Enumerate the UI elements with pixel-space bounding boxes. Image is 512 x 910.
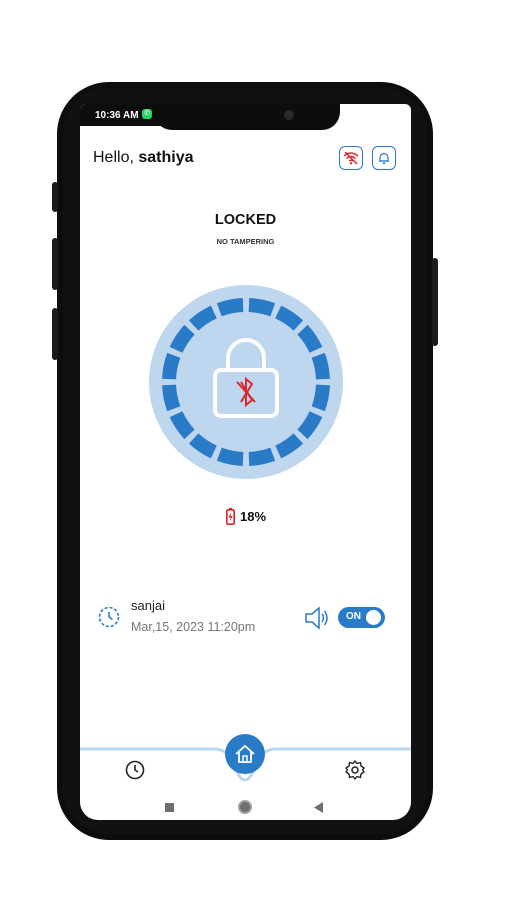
side-button-volume-down [52,308,58,360]
battery-percent: 18% [240,509,267,524]
activity-timestamp: Mar,15, 2023 11:20pm [131,620,256,634]
history-clock-icon [98,606,120,628]
gear-icon[interactable] [344,759,366,781]
side-button-volume-up [52,238,58,290]
lock-dial [149,285,343,479]
lock-toggle[interactable] [148,284,344,480]
system-home-button[interactable] [238,800,252,814]
recents-button[interactable] [165,803,174,812]
greeting: Hello, sathiya [93,149,194,167]
front-camera [284,110,294,120]
toggle-label: ON [346,611,361,622]
home-icon [235,744,255,763]
back-button[interactable] [314,802,324,813]
whatsapp-icon: ✆ [142,109,152,119]
home-button[interactable] [225,734,265,774]
tamper-status: NO TAMPERING [216,237,275,246]
notch [154,104,340,130]
side-button-power [432,258,438,346]
battery-status: 18% [226,508,266,525]
activity-user: sanjai [131,598,165,613]
sound-toggle[interactable]: ON [338,607,385,628]
battery-low-icon [226,508,235,525]
last-activity-item: sanjai Mar,15, 2023 11:20pm ON [98,598,398,644]
app-screen: 10:36 AM ✆ Hello, sathiya LOCKED NO TAMP… [80,104,411,820]
notifications-button[interactable] [372,146,396,170]
bell-icon [379,152,389,165]
username: sathiya [138,149,194,166]
system-nav-bar [80,794,411,820]
speaker-icon[interactable] [304,605,330,631]
wifi-off-icon [343,151,359,165]
toggle-knob [366,610,381,625]
lock-state-title: LOCKED [214,212,277,228]
greeting-label: Hello, [93,149,134,166]
side-button-mute [52,182,58,212]
wifi-status-button[interactable] [339,146,363,170]
status-time: 10:36 AM [95,110,139,121]
clock-icon[interactable] [124,759,146,781]
